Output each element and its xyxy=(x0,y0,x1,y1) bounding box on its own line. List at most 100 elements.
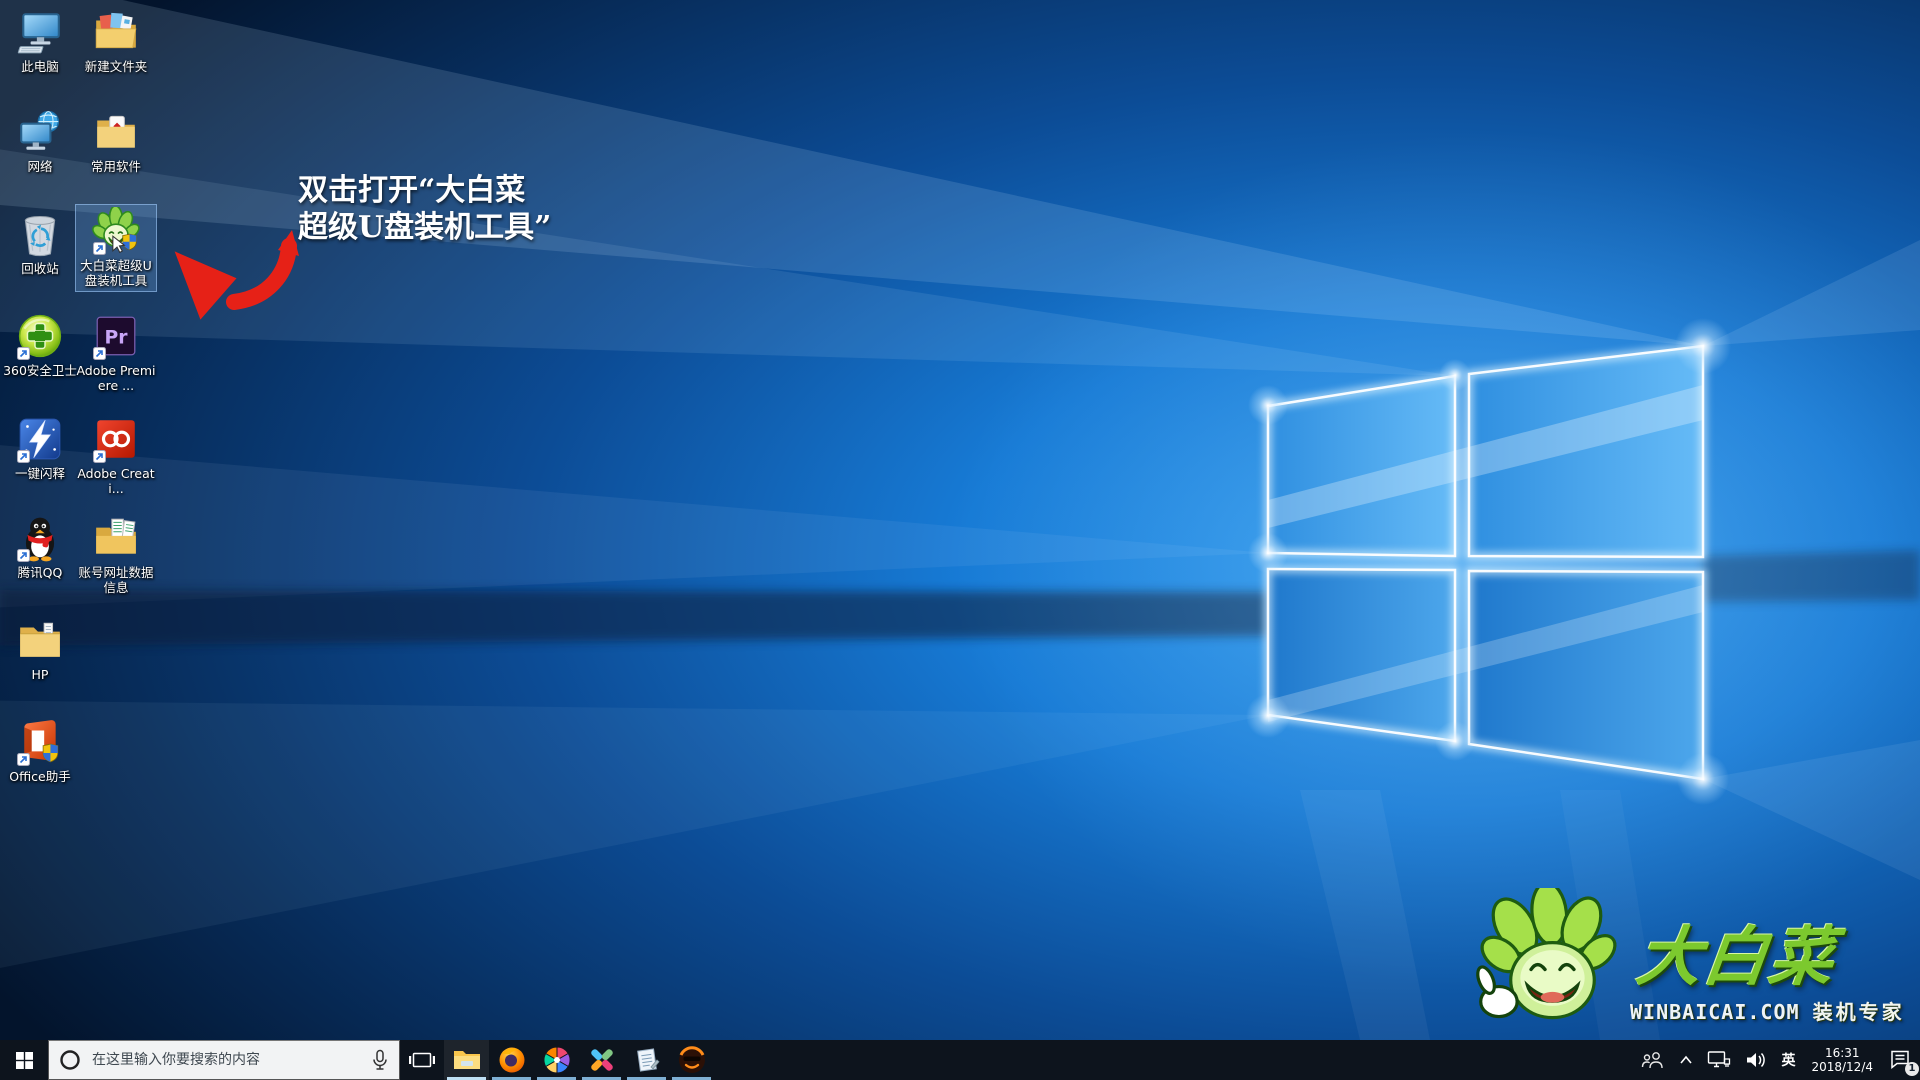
annotation-text: 双击打开“大白菜 超级U盘装机工具” xyxy=(298,172,551,246)
desktop-icon-account-data[interactable]: 账号网址数据信息 xyxy=(76,512,156,598)
taskbar-app-four-petal[interactable] xyxy=(579,1040,624,1080)
desktop-icon-label: 360安全卫士 xyxy=(0,363,80,378)
taskbar-app-firefox[interactable] xyxy=(489,1040,534,1080)
360-safe-icon xyxy=(16,312,64,360)
folder-card-icon xyxy=(92,108,140,156)
clock-button[interactable]: 16:31 2018/12/4 xyxy=(1802,1040,1882,1080)
shortcut-arrow-badge xyxy=(17,347,30,360)
desktop-icon-new-folder[interactable]: 新建文件夹 xyxy=(76,6,156,77)
uac-shield-icon xyxy=(123,234,137,250)
file-explorer-icon xyxy=(453,1048,481,1072)
desktop-icon-label: 常用软件 xyxy=(76,159,156,174)
action-center-button[interactable]: 1 xyxy=(1882,1040,1920,1080)
windows-desktop: 此电脑 网络 xyxy=(0,0,1920,1080)
this-pc-icon xyxy=(16,8,64,56)
shortcut-arrow-badge xyxy=(17,753,30,766)
system-tray: 英 16:31 2018/12/4 1 xyxy=(1634,1040,1920,1080)
desktop-icon-label: 网络 xyxy=(0,159,80,174)
network-tray-button[interactable] xyxy=(1700,1040,1738,1080)
creative-cloud-icon xyxy=(92,415,140,463)
network-icon xyxy=(16,108,64,156)
desktop-icon-label: Adobe Premiere ... xyxy=(76,363,156,393)
qq-penguin-icon xyxy=(16,514,64,562)
microphone-icon[interactable] xyxy=(371,1049,389,1071)
ime-language-button[interactable]: 英 xyxy=(1774,1040,1802,1080)
desktop-icon-office-assistant[interactable]: Office助手 xyxy=(0,716,80,787)
windows10-hero-wallpaper xyxy=(0,0,1920,1040)
desktop-icon-label: 腾讯QQ xyxy=(0,565,80,580)
dabaicai-watermark: 大白菜 WINBAICAI.COM 装机专家 xyxy=(1470,888,1920,1038)
orange-face-app-icon xyxy=(678,1046,706,1074)
brand-site-line: WINBAICAI.COM 装机专家 xyxy=(1630,996,1920,1025)
show-hidden-icons-button[interactable] xyxy=(1672,1040,1700,1080)
folder-pictures-icon xyxy=(92,8,140,56)
folder-documents-icon xyxy=(92,514,140,562)
tray-date: 2018/12/4 xyxy=(1811,1060,1873,1074)
desktop-icon-label: 一键闪释 xyxy=(0,466,80,481)
uac-shield-icon xyxy=(43,744,58,762)
shortcut-arrow-badge xyxy=(93,450,106,463)
color-wheel-app-icon xyxy=(543,1046,571,1074)
taskbar-search-box[interactable] xyxy=(48,1040,400,1080)
desktop-icon-label: Adobe Creati... xyxy=(76,466,156,496)
recycle-bin-icon xyxy=(16,210,64,258)
office-assistant-icon xyxy=(16,718,64,766)
cabbage-mascot-icon xyxy=(1470,888,1635,1038)
desktop-icon-label: 大白菜超级U盘装机工具 xyxy=(76,258,156,288)
speaker-icon xyxy=(1745,1051,1767,1069)
folder-icon xyxy=(16,616,64,664)
brand-logo-text: 大白菜 xyxy=(1632,906,1913,998)
desktop-icon-network[interactable]: 网络 xyxy=(0,106,80,177)
start-button[interactable] xyxy=(0,1040,48,1080)
desktop-icon-label: Office助手 xyxy=(0,769,80,784)
people-icon xyxy=(1641,1051,1665,1069)
desktop-icon-this-pc[interactable]: 此电脑 xyxy=(0,6,80,77)
annotation-line-1: 双击打开“大白菜 xyxy=(298,172,551,209)
desktop-icon-label: 账号网址数据信息 xyxy=(76,565,156,595)
windows-logo-icon xyxy=(16,1052,33,1069)
desktop-icon-360-safe[interactable]: 360安全卫士 xyxy=(0,310,80,381)
desktop-icon-label: 新建文件夹 xyxy=(76,59,156,74)
shortcut-arrow-badge xyxy=(17,450,30,463)
taskbar-app-orange-face[interactable] xyxy=(669,1040,714,1080)
desktop-icon-common-software[interactable]: 常用软件 xyxy=(76,106,156,177)
ethernet-network-icon xyxy=(1707,1050,1731,1070)
cortana-ring-icon xyxy=(59,1049,81,1071)
shortcut-arrow-badge xyxy=(93,347,106,360)
desktop-icon-label: 回收站 xyxy=(0,261,80,276)
premiere-icon: Pr xyxy=(92,312,140,360)
task-view-button[interactable] xyxy=(400,1040,444,1080)
desktop-icon-lightning-app[interactable]: 一键闪释 xyxy=(0,413,80,484)
annotation-line-2: 超级U盘装机工具” xyxy=(298,209,551,246)
red-arrow xyxy=(160,222,310,337)
volume-button[interactable] xyxy=(1738,1040,1774,1080)
brand-tagline: 装机专家 xyxy=(1813,1000,1905,1024)
notepad-app-icon xyxy=(634,1047,660,1073)
taskbar-app-file-explorer[interactable] xyxy=(444,1040,489,1080)
lightning-app-icon xyxy=(16,415,64,463)
desktop-icon-adobe-creative-cloud[interactable]: Adobe Creati... xyxy=(76,413,156,499)
brand-site: WINBAICAI.COM xyxy=(1630,1000,1800,1024)
taskbar: 英 16:31 2018/12/4 1 xyxy=(0,1040,1920,1080)
shortcut-arrow-badge xyxy=(17,549,30,562)
desktop-icon-label: 此电脑 xyxy=(0,59,80,74)
desktop-icon-hp-folder[interactable]: HP xyxy=(0,614,80,685)
desktop-icon-label: HP xyxy=(0,667,80,682)
desktop-icon-recycle-bin[interactable]: 回收站 xyxy=(0,208,80,279)
desktop-icon-dabaicai-usb-tool[interactable]: 大白菜超级U盘装机工具 xyxy=(76,205,156,291)
tray-time: 16:31 xyxy=(1825,1046,1860,1060)
firefox-icon xyxy=(498,1046,526,1074)
shortcut-arrow-badge xyxy=(93,242,106,255)
search-input[interactable] xyxy=(90,1051,362,1069)
svg-text:Pr: Pr xyxy=(104,327,128,348)
dabaicai-cabbage-icon xyxy=(92,207,140,255)
task-view-icon xyxy=(409,1050,435,1070)
people-button[interactable] xyxy=(1634,1040,1672,1080)
desktop-icon-tencent-qq[interactable]: 腾讯QQ xyxy=(0,512,80,583)
notification-badge: 1 xyxy=(1905,1062,1919,1076)
ime-label: 英 xyxy=(1781,1050,1795,1070)
chevron-up-icon xyxy=(1679,1055,1693,1065)
taskbar-app-notepad[interactable] xyxy=(624,1040,669,1080)
desktop-icon-adobe-premiere[interactable]: Pr Adobe Premiere ... xyxy=(76,310,156,396)
taskbar-app-color-wheel[interactable] xyxy=(534,1040,579,1080)
